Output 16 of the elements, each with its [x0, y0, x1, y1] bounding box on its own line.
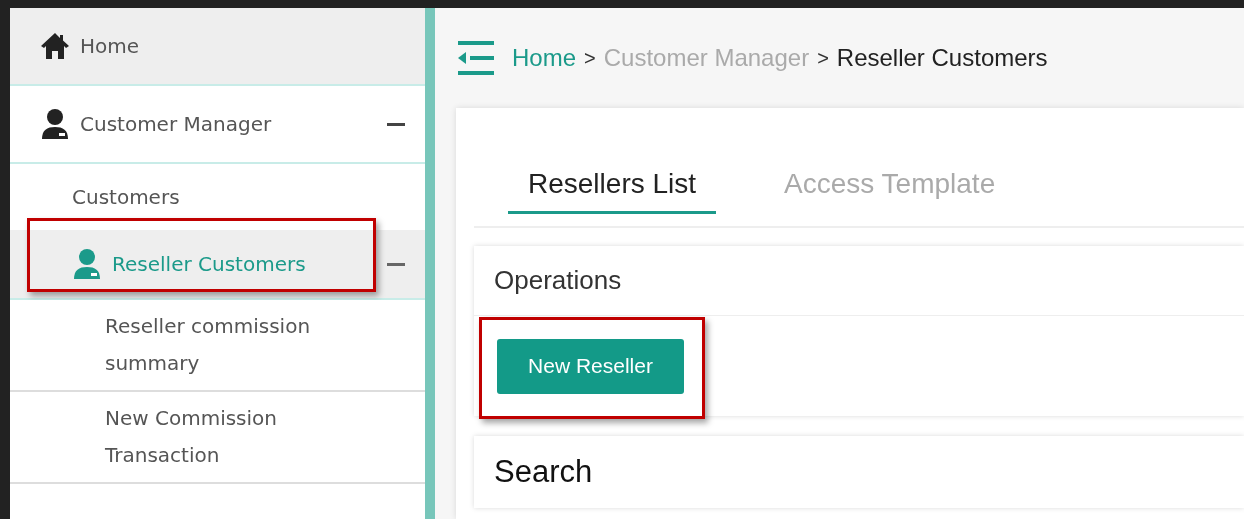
sidebar-item[interactable]: Customers [72, 178, 180, 216]
breadcrumb-separator: > [584, 46, 596, 71]
home-icon [40, 32, 70, 60]
sidebar-item[interactable]: Home [80, 27, 140, 65]
menu-collapse-icon[interactable] [456, 39, 494, 77]
panel-title: Search [494, 452, 593, 491]
user-icon [40, 108, 70, 140]
sidebar-item[interactable]: Customer Manager [80, 105, 272, 143]
breadcrumb-separator: > [817, 46, 829, 71]
tab[interactable]: Resellers List [508, 156, 717, 214]
sidebar-item[interactable]: Reseller commission summary [105, 308, 335, 382]
user-icon [72, 248, 102, 280]
panel-title: Operations [494, 264, 622, 297]
new-reseller-button[interactable]: New Reseller [497, 338, 684, 394]
breadcrumb-item: Reseller Customers [836, 43, 1048, 73]
sidebar-item[interactable]: New Commission Transaction [105, 400, 335, 474]
